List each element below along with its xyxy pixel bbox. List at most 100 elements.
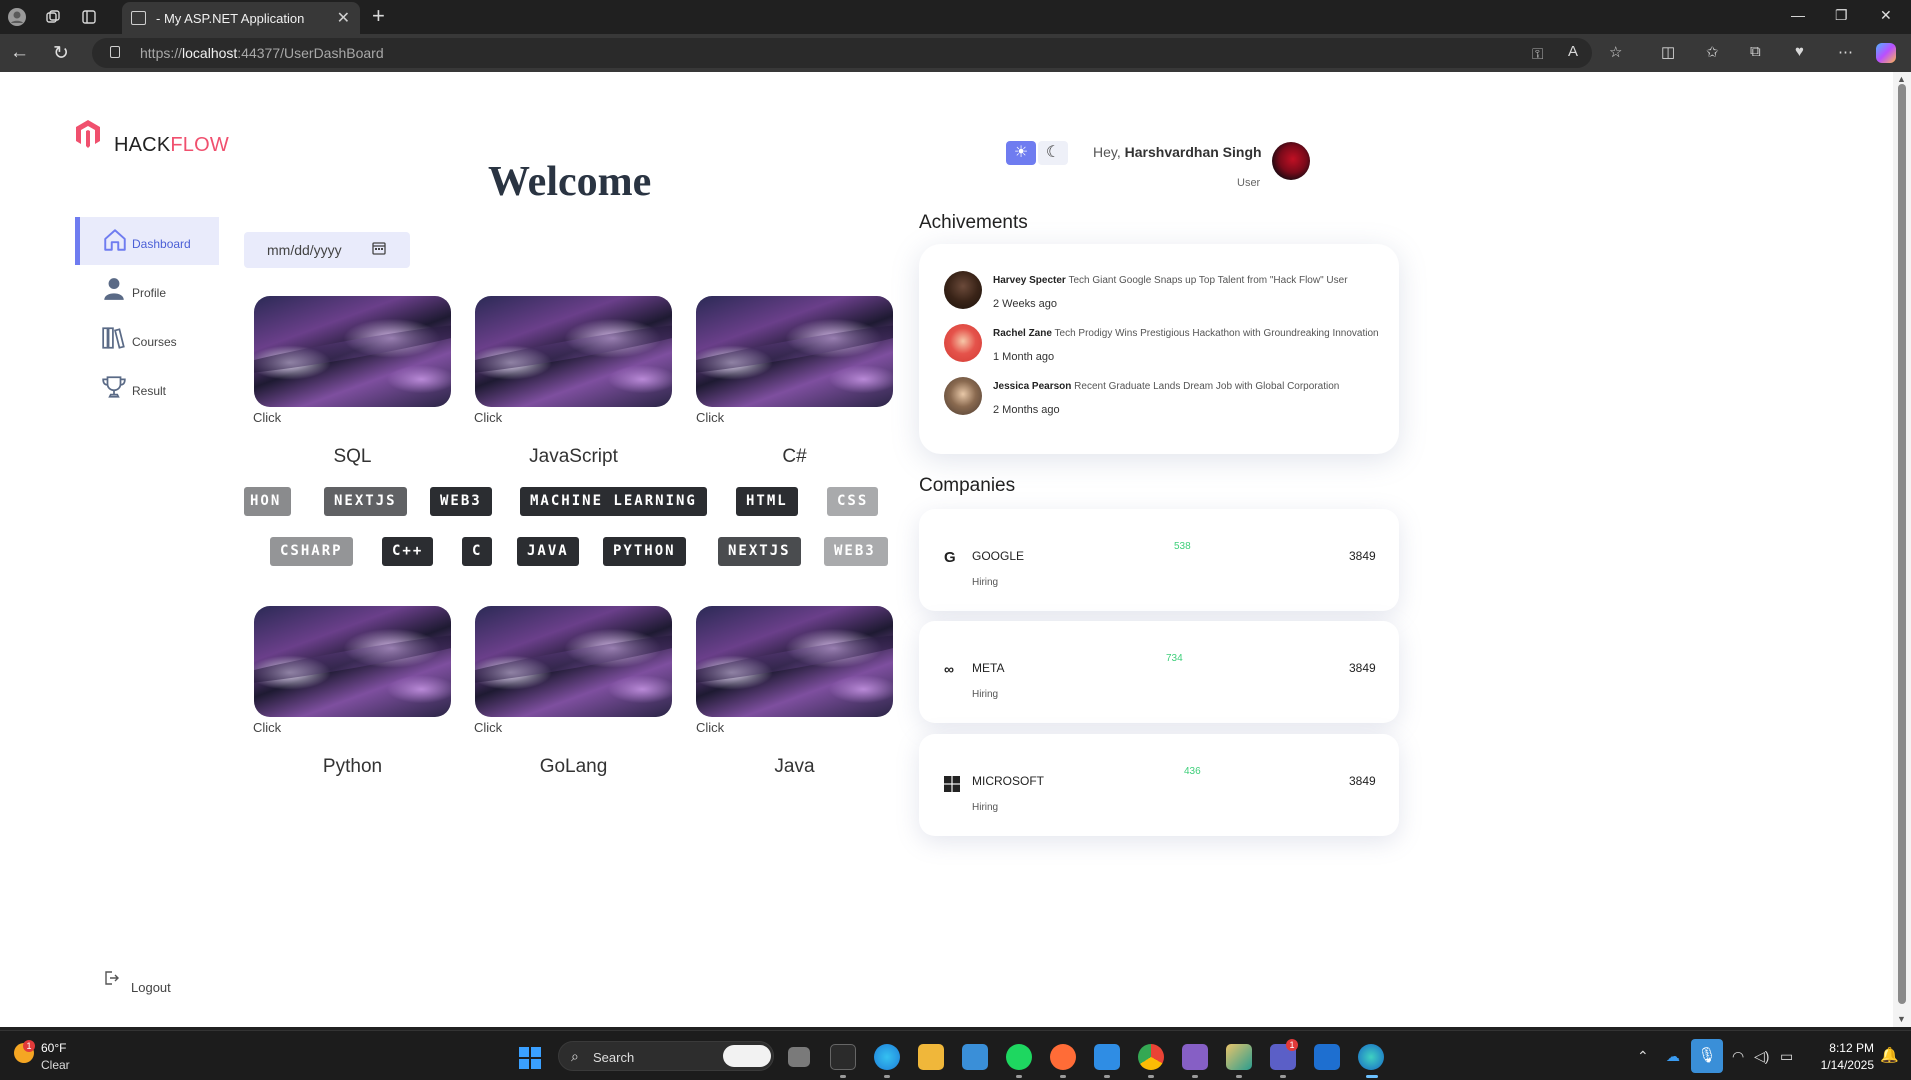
app-icon[interactable]	[1226, 1044, 1252, 1070]
url-field[interactable]: https://localhost:44377/UserDashBoard ⚿	[92, 38, 1592, 68]
course-card-image[interactable]	[696, 606, 893, 717]
read-aloud-icon[interactable]: A	[1568, 43, 1578, 60]
company-card-meta[interactable]: ∞ META Hiring 734 3849	[919, 621, 1399, 723]
copilot-icon[interactable]	[1876, 43, 1896, 63]
list-item: Rachel Zane Tech Prodigy Wins Prestigiou…	[944, 324, 1384, 368]
postman-icon[interactable]	[1050, 1044, 1076, 1070]
tag-pill: CSS	[827, 487, 879, 516]
avatar	[944, 377, 982, 415]
browser-tab-active[interactable]: - My ASP.NET Application ✕	[122, 2, 360, 34]
start-button[interactable]	[519, 1047, 541, 1069]
chrome-icon[interactable]	[1138, 1044, 1164, 1070]
split-screen-icon[interactable]: ◫	[1661, 43, 1675, 61]
running-indicator	[1192, 1075, 1198, 1078]
scrollbar-thumb[interactable]	[1898, 84, 1906, 1004]
tag-pill: CSHARP	[270, 537, 353, 566]
store-icon[interactable]	[962, 1044, 988, 1070]
company-value: 3849	[1349, 661, 1376, 675]
task-view-icon[interactable]	[788, 1047, 810, 1067]
scroll-up-icon[interactable]: ▲	[1897, 74, 1906, 84]
clock[interactable]: 8:12 PM 1/14/2025	[1808, 1041, 1874, 1072]
date-input[interactable]: mm/dd/yyyy	[244, 232, 410, 268]
terminal-icon[interactable]	[830, 1044, 856, 1070]
running-indicator	[1236, 1075, 1242, 1078]
profile-icon[interactable]	[4, 4, 30, 30]
volume-icon[interactable]: ◁)	[1754, 1048, 1769, 1065]
tag-pill: MACHINE LEARNING	[520, 487, 707, 516]
moon-icon: ☾	[1045, 144, 1061, 161]
search-icon: ⌕	[571, 1048, 579, 1064]
spotify-icon[interactable]	[1006, 1044, 1032, 1070]
mail-icon[interactable]	[1314, 1044, 1340, 1070]
click-link[interactable]: Click	[474, 410, 502, 425]
course-title: SQL	[333, 446, 372, 467]
sidebar-item-label: Dashboard	[132, 237, 191, 251]
calendar-icon[interactable]	[372, 241, 386, 255]
favorites-icon[interactable]: ✩	[1706, 43, 1719, 61]
course-card-image[interactable]	[254, 296, 451, 407]
tag-pill: NEXTJS	[718, 537, 801, 566]
course-title: JavaScript	[529, 446, 618, 467]
notifications-icon[interactable]: 🔔	[1880, 1046, 1899, 1064]
new-tab-icon[interactable]: +	[372, 3, 385, 29]
list-item: Harvey Specter Tech Giant Google Snaps u…	[944, 271, 1384, 315]
back-icon[interactable]: ←	[10, 42, 29, 64]
user-role: User	[1237, 177, 1261, 189]
course-card-image[interactable]	[475, 296, 672, 407]
click-link[interactable]: Click	[474, 720, 502, 735]
course-card-image[interactable]	[475, 606, 672, 717]
chevron-up-icon[interactable]: ⌃	[1637, 1048, 1649, 1065]
workspaces-icon[interactable]	[40, 4, 66, 30]
file-explorer-icon[interactable]	[918, 1044, 944, 1070]
edge-dev-icon[interactable]	[874, 1044, 900, 1070]
onedrive-icon[interactable]: ☁	[1666, 1048, 1680, 1065]
page-scrollbar[interactable]: ▲ ▼	[1893, 72, 1911, 1027]
hiring-count: 734	[1166, 653, 1183, 664]
wifi-icon[interactable]: ◠	[1732, 1048, 1744, 1065]
close-tab-icon[interactable]: ✕	[337, 8, 350, 28]
running-indicator	[1016, 1075, 1022, 1078]
company-card-microsoft[interactable]: MICROSOFT Hiring 436 3849	[919, 734, 1399, 836]
sidebar-item-courses[interactable]: Courses	[75, 315, 219, 363]
company-card-google[interactable]: G GOOGLE Hiring 538 3849	[919, 509, 1399, 611]
sidebar-item-dashboard[interactable]: Dashboard	[75, 217, 219, 265]
achievements-panel: Harvey Specter Tech Giant Google Snaps u…	[919, 244, 1399, 454]
tab-actions-icon[interactable]	[76, 4, 102, 30]
logout-label: Logout	[131, 980, 171, 995]
edge-icon[interactable]	[1358, 1044, 1384, 1070]
more-options-icon[interactable]: ⋯	[1838, 43, 1853, 61]
sidebar-item-label: Profile	[132, 286, 167, 300]
light-theme-button[interactable]: ☀	[1006, 141, 1036, 165]
collections-icon[interactable]: ⧉	[1750, 43, 1761, 60]
battery-icon[interactable]: ▭	[1780, 1048, 1793, 1065]
avatar[interactable]	[1272, 142, 1310, 180]
sidebar-item-result[interactable]: Result	[75, 364, 219, 412]
course-card-image[interactable]	[254, 606, 451, 717]
visual-studio-icon[interactable]	[1182, 1044, 1208, 1070]
favorite-star-icon[interactable]: ☆	[1609, 43, 1622, 61]
minimize-icon[interactable]: —	[1791, 7, 1805, 23]
microphone-icon[interactable]: 🎙	[1691, 1039, 1723, 1073]
dashboard-page: HACKFLOW Dashboard Profile Courses Resul…	[0, 72, 1893, 1027]
click-link[interactable]: Click	[253, 410, 281, 425]
sidebar-item-profile[interactable]: Profile	[75, 266, 219, 314]
running-indicator	[1060, 1075, 1066, 1078]
extensions-icon[interactable]: ♥	[1795, 43, 1804, 60]
trophy-icon	[102, 376, 126, 398]
tag-pill: HTML	[736, 487, 798, 516]
close-window-icon[interactable]: ✕	[1880, 7, 1892, 24]
user-icon	[104, 278, 124, 300]
dark-theme-button[interactable]: ☾	[1038, 141, 1068, 165]
scroll-down-icon[interactable]: ▼	[1897, 1014, 1906, 1024]
click-link[interactable]: Click	[696, 720, 724, 735]
taskbar-search[interactable]: ⌕ Search	[558, 1041, 774, 1071]
click-link[interactable]: Click	[253, 720, 281, 735]
notepad-icon[interactable]	[1094, 1044, 1120, 1070]
restore-icon[interactable]: ❐	[1835, 7, 1848, 24]
sidebar-item-label: Result	[132, 384, 167, 398]
key-icon[interactable]: ⚿	[1532, 46, 1543, 63]
tag-pill: C++	[382, 537, 434, 566]
click-link[interactable]: Click	[696, 410, 724, 425]
course-card-image[interactable]	[696, 296, 893, 407]
refresh-icon[interactable]: ↻	[53, 42, 69, 65]
